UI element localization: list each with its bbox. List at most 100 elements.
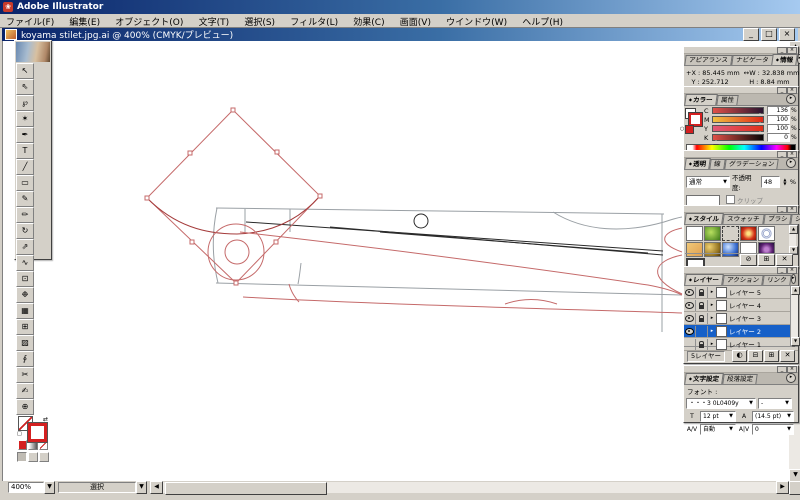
panel-menu-icon[interactable]: ▸ (786, 94, 796, 104)
zoom-dropdown-icon[interactable]: ▼ (44, 480, 55, 494)
magenta-value[interactable]: 100 (767, 115, 790, 124)
visibility-toggle[interactable] (684, 286, 696, 298)
layer-row[interactable]: ▸ レイヤー 5 ○ (684, 286, 798, 299)
tab-stroke[interactable]: 線 (709, 159, 726, 169)
panel-close-icon[interactable]: × (787, 87, 797, 94)
warp-tool[interactable]: ∿ (16, 255, 34, 271)
blend-mode-select[interactable]: 通常 ▼ (686, 176, 731, 188)
visibility-toggle[interactable] (684, 312, 696, 324)
menu-filter[interactable]: フィルタ(L) (284, 14, 344, 29)
layer-row[interactable]: ▸ レイヤー 4 ○ (684, 299, 798, 312)
horn-bottom-curve[interactable] (242, 296, 683, 314)
anchor-point[interactable] (144, 195, 150, 201)
menu-help[interactable]: ヘルプ(H) (516, 14, 569, 29)
styles-scrollbar[interactable]: ▲ ▼ (789, 225, 798, 255)
type-tool[interactable]: T (16, 143, 34, 159)
new-style-button[interactable]: ⊞ (758, 254, 775, 266)
pencil-tool[interactable]: ✏ (16, 207, 34, 223)
lasso-tool[interactable]: ℘ (16, 95, 34, 111)
new-sublayer-button[interactable]: ⊟ (748, 350, 763, 362)
expand-arrow-icon[interactable]: ▸ (708, 341, 716, 347)
black-value[interactable]: 0 (767, 133, 790, 142)
style-swatch-spiral[interactable] (758, 226, 775, 241)
delete-layer-button[interactable]: ✕ (780, 350, 795, 362)
status-dropdown-icon[interactable]: ▼ (136, 480, 147, 494)
panel-close-icon[interactable]: × (787, 206, 797, 213)
tab-styles[interactable]: ◆スタイル (684, 213, 724, 224)
graph-tool[interactable]: ▦ (16, 303, 34, 319)
hand-tool[interactable]: ✍ (16, 383, 34, 399)
tab-paragraph[interactable]: 段落設定 (722, 374, 758, 384)
magenta-slider[interactable] (712, 116, 764, 126)
standard-screen-mode-button[interactable] (17, 452, 27, 462)
color-button[interactable] (18, 440, 28, 450)
anchor-point[interactable] (273, 239, 279, 245)
paintbrush-tool[interactable]: ✎ (16, 191, 34, 207)
visibility-toggle[interactable] (684, 325, 696, 337)
tab-character[interactable]: ◆文字設定 (684, 373, 724, 384)
new-layer-button[interactable]: ⊞ (764, 350, 779, 362)
panel-minimize-icon[interactable]: _ (777, 267, 787, 274)
tab-navigator[interactable]: ナビゲータ (731, 55, 774, 65)
inner-circle[interactable] (224, 239, 250, 265)
panel-minimize-icon[interactable]: _ (777, 206, 787, 213)
anchor-point[interactable] (233, 280, 239, 286)
tip-loop-1[interactable] (664, 227, 683, 253)
anchor-point[interactable] (189, 239, 195, 245)
tab-brushes[interactable]: ブラシ (762, 214, 792, 224)
expand-arrow-icon[interactable]: ▸ (708, 328, 716, 334)
full-screen-menu-mode-button[interactable] (28, 452, 38, 462)
tab-color[interactable]: ◆カラー (684, 94, 718, 105)
panel-close-icon[interactable]: × (787, 151, 797, 158)
panel-menu-icon[interactable]: ▸ (790, 274, 796, 284)
spinner-down-icon[interactable]: ▼ (782, 181, 788, 186)
zoom-tool[interactable]: ⊕ (16, 399, 34, 415)
zoom-level-field[interactable]: 400% (8, 481, 44, 493)
panel-close-icon[interactable]: × (787, 47, 797, 54)
yellow-slider[interactable] (712, 125, 764, 135)
sag-curve[interactable] (146, 195, 321, 235)
panel-minimize-icon[interactable]: _ (777, 47, 787, 54)
horizontal-scroll-track[interactable] (163, 481, 776, 495)
panel-minimize-icon[interactable]: _ (777, 87, 787, 94)
swap-fill-stroke-icon[interactable]: ⇄ (43, 416, 48, 423)
scale-tool[interactable]: ⇗ (16, 239, 34, 255)
tab-attributes[interactable]: 属性 (715, 95, 739, 105)
panel-minimize-icon[interactable]: _ (777, 151, 787, 158)
layer-row-selected[interactable]: ▸ レイヤー 2 ○ (684, 325, 798, 338)
font-size-select[interactable]: 12 pt ▼ (700, 411, 736, 422)
scroll-left-icon[interactable]: ◀ (150, 480, 163, 494)
layers-scrollbar[interactable]: ▲ ▼ (790, 286, 800, 346)
panel-close-icon[interactable]: × (787, 366, 797, 373)
cyan-value[interactable]: 136 (767, 106, 790, 115)
panel-menu-icon[interactable]: ▸ (786, 373, 796, 383)
anchor-point[interactable] (230, 107, 236, 113)
scroll-right-icon[interactable]: ▶ (776, 480, 789, 494)
kerning-select[interactable]: 自動 ▼ (700, 424, 736, 435)
menu-edit[interactable]: 編集(E) (63, 14, 106, 29)
font-name-select[interactable]: ・・・3 0L0409y ▼ (686, 398, 756, 409)
expand-arrow-icon[interactable]: ▸ (708, 315, 716, 321)
menu-object[interactable]: オブジェクト(O) (109, 14, 189, 29)
menu-select[interactable]: 選択(S) (238, 14, 281, 29)
menu-view[interactable]: 画面(V) (394, 14, 437, 29)
rectangle-tool[interactable]: ▭ (16, 175, 34, 191)
tab-info[interactable]: ◆情報 (771, 54, 799, 65)
style-swatch-green-texture[interactable] (704, 226, 721, 241)
opacity-field[interactable]: 48 (760, 176, 781, 188)
visibility-toggle[interactable] (684, 299, 696, 311)
scroll-up-icon[interactable]: ▲ (791, 286, 800, 295)
line-segment-tool[interactable]: ╱ (16, 159, 34, 175)
visibility-toggle[interactable] (684, 338, 696, 350)
symbol-sprayer-tool[interactable]: ❉ (16, 287, 34, 303)
tab-symbols[interactable]: シンボル (790, 214, 800, 224)
close-button[interactable]: × (779, 28, 795, 41)
outer-circle[interactable] (207, 223, 265, 281)
lock-toggle[interactable] (696, 338, 708, 350)
magic-wand-tool[interactable]: ✶ (16, 111, 34, 127)
panel-close-icon[interactable]: × (787, 267, 797, 274)
rotate-tool[interactable]: ↻ (16, 223, 34, 239)
menu-window[interactable]: ウインドウ(W) (440, 14, 513, 29)
tab-layers[interactable]: ◆レイヤー (684, 274, 724, 285)
gradient-tool[interactable]: ▨ (16, 335, 34, 351)
